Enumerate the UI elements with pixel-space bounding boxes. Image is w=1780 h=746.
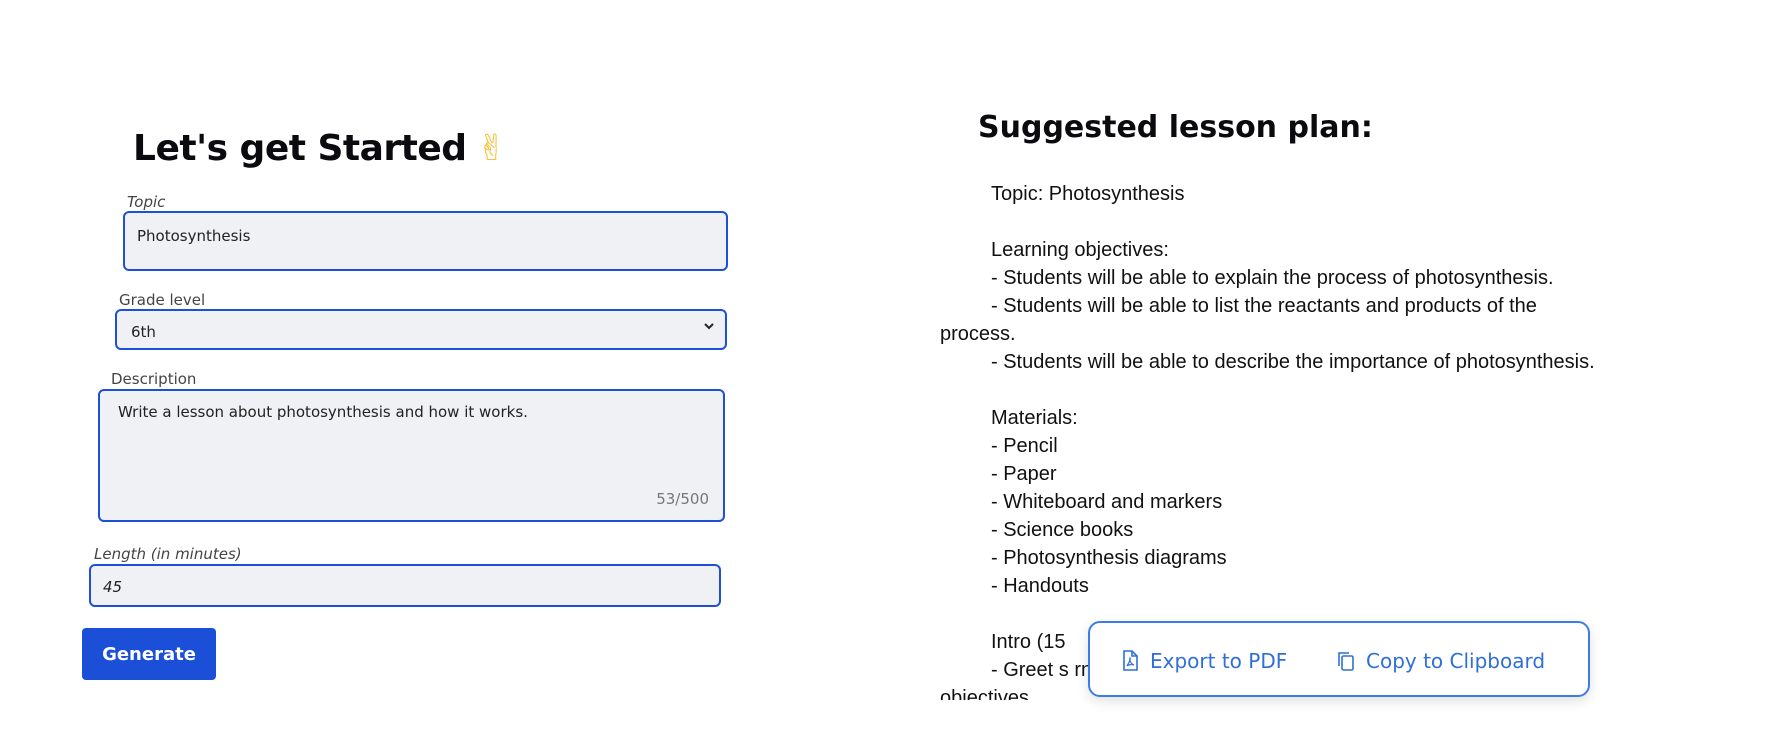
description-value: Write a lesson about photosynthesis and … <box>118 403 528 421</box>
lesson-plan-panel: Suggested lesson plan: Topic: Photosynth… <box>900 0 1780 746</box>
plan-line <box>940 208 1700 236</box>
copy-clipboard-button[interactable]: Copy to Clipboard <box>1336 643 1545 679</box>
generate-button[interactable]: Generate <box>82 628 216 680</box>
plan-line: process. <box>940 323 1016 345</box>
grade-level-select[interactable]: 6th <box>115 309 727 350</box>
grade-level-value: 6th <box>131 323 156 341</box>
plan-line: - Handouts <box>991 575 1089 597</box>
plan-line: - Paper <box>991 463 1057 485</box>
plan-line <box>940 376 1700 404</box>
copy-icon <box>1336 650 1356 672</box>
lesson-form-panel: Let's get Started ✌ Topic Photosynthesis … <box>0 0 900 746</box>
plan-line: - Students will be able to describe the … <box>991 351 1595 373</box>
plan-line: - Students will be able to explain the p… <box>991 267 1554 289</box>
export-toolbar: Export to PDF Copy to Clipboard <box>1088 621 1590 697</box>
topic-label: Topic <box>127 193 166 211</box>
peace-hand-icon: ✌ <box>476 128 507 169</box>
plan-line: Learning objectives: <box>991 239 1169 261</box>
chevron-down-icon <box>703 320 715 336</box>
export-pdf-button[interactable]: Export to PDF <box>1120 643 1287 679</box>
plan-line: - Whiteboard and markers <box>991 491 1223 513</box>
grade-level-label: Grade level <box>119 291 206 309</box>
plan-line: - Students will be able to list the reac… <box>991 295 1537 317</box>
plan-line: - Science books <box>991 519 1134 541</box>
plan-title: Suggested lesson plan: <box>978 110 1373 145</box>
length-label: Length (in minutes) <box>94 545 242 563</box>
page-title: Let's get Started ✌ <box>133 128 507 169</box>
export-pdf-label: Export to PDF <box>1150 649 1288 673</box>
copy-clipboard-label: Copy to Clipboard <box>1366 649 1546 673</box>
plan-line: Topic: Photosynthesis <box>991 183 1185 205</box>
pdf-file-icon <box>1120 650 1140 672</box>
topic-input[interactable]: Photosynthesis <box>123 211 728 271</box>
plan-line: - Photosynthesis diagrams <box>991 547 1227 569</box>
page-title-text: Let's get Started <box>133 128 467 169</box>
plan-line: - Pencil <box>991 435 1058 457</box>
char-counter: 53/500 <box>656 490 709 508</box>
plan-line: Materials: <box>991 407 1078 429</box>
description-textarea[interactable]: Write a lesson about photosynthesis and … <box>98 389 725 522</box>
description-label: Description <box>111 370 197 388</box>
length-input[interactable]: 45 <box>89 564 721 607</box>
